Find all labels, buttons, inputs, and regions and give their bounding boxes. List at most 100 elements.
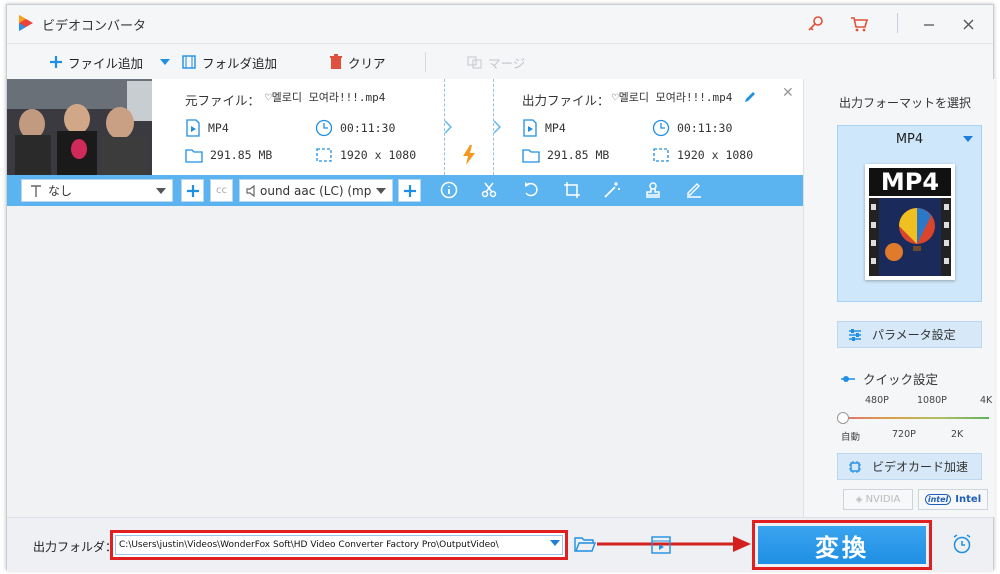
open-folder-icon[interactable]	[574, 535, 596, 553]
chevron-right-icon	[493, 120, 501, 134]
output-resolution-value: 1920 x 1080	[677, 148, 754, 162]
add-folder-button[interactable]: フォルダ追加	[181, 52, 277, 72]
output-format-selector[interactable]: MP4 MP4	[837, 125, 982, 302]
quality-label-480p: 480P	[865, 395, 889, 406]
quality-label-1080p: 1080P	[917, 395, 947, 406]
lightning-icon[interactable]	[462, 145, 476, 165]
source-duration-value: 00:11:30	[340, 121, 396, 135]
toolbar-separator	[425, 52, 426, 72]
select-format-title: 出力フォーマットを選択	[839, 96, 972, 110]
video-file-icon	[186, 119, 200, 137]
source-format-value: MP4	[208, 121, 229, 135]
video-file-icon	[523, 119, 537, 137]
app-logo-icon	[19, 15, 33, 31]
alarm-clock-icon[interactable]	[951, 533, 973, 555]
source-size-value: 291.85 MB	[210, 148, 273, 162]
clear-button[interactable]: クリア	[329, 52, 386, 72]
source-file-label: 元ファイル：	[185, 93, 261, 108]
chevron-down-icon[interactable]	[550, 540, 560, 546]
convert-button[interactable]: 変換	[758, 526, 926, 564]
title-separator	[897, 13, 898, 33]
cc-icon[interactable]: cc	[210, 179, 233, 202]
nvidia-option[interactable]: ◈ NVIDIA	[843, 489, 913, 510]
source-resolution: 1920 x 1080	[315, 147, 416, 163]
close-icon[interactable]	[959, 14, 979, 34]
bottom-bar: 出力フォルダ： C:\Users\justin\Videos\WonderFox…	[7, 517, 993, 571]
audio-track-dropdown[interactable]: ound aac (LC) (mp	[239, 179, 393, 202]
quality-label-2k: 2K	[951, 429, 964, 440]
output-duration: 00:11:30	[652, 119, 732, 137]
plus-icon	[403, 184, 416, 197]
folder-film-icon	[182, 55, 196, 69]
chevron-down-icon	[376, 188, 386, 194]
add-file-label: ファイル追加	[68, 55, 144, 71]
quick-slider-icon	[841, 375, 855, 382]
red-arrow-annotation	[597, 536, 751, 552]
clear-label: クリア	[348, 55, 386, 71]
subtitle-value: なし	[48, 184, 73, 198]
cart-icon[interactable]	[849, 14, 869, 34]
resolution-icon	[316, 148, 332, 162]
chevron-down-icon	[963, 136, 973, 142]
main-toolbar: ファイル追加 フォルダ追加 クリア マージ	[7, 43, 993, 79]
gpu-acceleration-button[interactable]: ビデオカード加速	[837, 453, 982, 480]
thumbnail-image	[7, 79, 152, 175]
app-title: ビデオコンバータ	[42, 19, 147, 34]
merge-label: マージ	[488, 55, 526, 71]
video-folder-icon[interactable]	[650, 535, 672, 555]
edit-pencil-icon[interactable]	[743, 90, 757, 104]
add-file-dropdown-icon[interactable]	[159, 58, 171, 66]
text-icon	[31, 184, 41, 197]
source-file-name: ♡멜로디 모여라!!!.mp4	[265, 91, 386, 104]
output-folder-highlight: C:\Users\justin\Videos\WonderFox Soft\HD…	[110, 530, 568, 560]
source-format: MP4	[185, 119, 229, 137]
title-bar: ビデオコンバータ	[7, 5, 993, 43]
nvidia-label: NVIDIA	[865, 494, 901, 505]
chevron-right-icon	[444, 120, 452, 134]
rotate-icon[interactable]	[521, 180, 541, 200]
quick-settings-label: クイック設定	[863, 372, 939, 387]
nvidia-logo-icon: ◈	[855, 494, 863, 505]
subtitle-dropdown[interactable]: なし	[21, 179, 173, 202]
add-audio-button[interactable]	[398, 179, 421, 202]
merge-button[interactable]: マージ	[467, 52, 525, 72]
key-icon[interactable]	[805, 14, 825, 34]
watermark-stamp-icon[interactable]	[643, 180, 663, 200]
minimize-icon[interactable]	[919, 14, 939, 34]
output-duration-value: 00:11:30	[677, 121, 733, 135]
output-format: MP4	[522, 119, 566, 137]
add-file-button[interactable]: ファイル追加	[49, 52, 143, 72]
merge-icon	[467, 56, 482, 69]
output-size-value: 291.85 MB	[547, 148, 610, 162]
quality-slider-track[interactable]	[841, 417, 989, 419]
output-file-label: 出力ファイル：	[522, 93, 610, 108]
info-icon[interactable]	[439, 180, 459, 200]
magic-wand-icon[interactable]	[602, 180, 622, 200]
format-name: MP4	[895, 132, 924, 147]
remove-item-icon[interactable]: ✕	[782, 85, 794, 101]
quality-slider-handle[interactable]	[837, 412, 849, 424]
output-settings-panel: 出力フォーマットを選択 MP4 MP4 パラメータ設定 クイック設定 480P …	[825, 79, 995, 517]
quality-label-4k: 4K	[980, 395, 993, 406]
scissors-icon[interactable]	[479, 180, 499, 200]
convert-highlight: 変換	[752, 520, 932, 570]
clock-icon	[652, 119, 670, 137]
output-folder-dropdown[interactable]: C:\Users\justin\Videos\WonderFox Soft\HD…	[115, 535, 563, 555]
add-subtitle-button[interactable]	[181, 179, 204, 202]
parameter-settings-button[interactable]: パラメータ設定	[837, 321, 982, 348]
video-thumbnail[interactable]	[7, 79, 152, 175]
chevron-down-icon	[156, 188, 166, 194]
intel-logo-icon: intel	[924, 494, 952, 505]
format-image-text: MP4	[869, 168, 951, 196]
effects-edit-icon[interactable]	[684, 180, 704, 200]
resolution-icon	[653, 148, 669, 162]
file-item[interactable]: 元ファイル： ♡멜로디 모여라!!!.mp4 MP4 00:11:30 291.…	[7, 79, 803, 175]
intel-option[interactable]: intel Intel	[918, 489, 988, 510]
chip-icon	[849, 460, 861, 473]
mp4-format-icon: MP4	[865, 164, 955, 280]
crop-icon[interactable]	[562, 180, 582, 200]
gpu-acceleration-label: ビデオカード加速	[872, 460, 969, 474]
output-file-name: ♡멜로디 모여라!!!.mp4	[612, 91, 733, 104]
intel-label: Intel	[955, 494, 982, 505]
parameter-settings-label: パラメータ設定	[872, 328, 956, 342]
